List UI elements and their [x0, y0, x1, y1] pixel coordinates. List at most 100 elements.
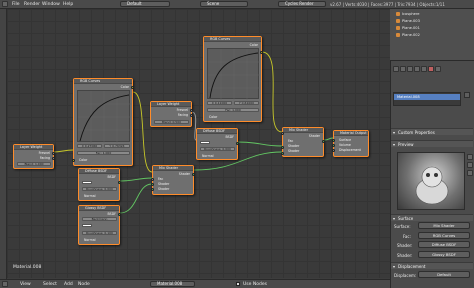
- node-rgb-curves-2[interactable]: RGB Curves Color X 0.11000 Y 0.61000 Fac…: [203, 36, 263, 122]
- curve-widget[interactable]: [77, 90, 131, 143]
- preview-section[interactable]: Preview: [391, 140, 473, 148]
- editor-type-icon[interactable]: [2, 1, 8, 7]
- node-title[interactable]: Mix Shader: [283, 128, 323, 133]
- node-title[interactable]: RGB Curves: [204, 37, 261, 42]
- fac-field[interactable]: Fac: 1.000: [77, 151, 130, 155]
- socket-bsdf-out[interactable]: [118, 213, 121, 216]
- outliner-item-plane-002[interactable]: Plane.002: [402, 33, 420, 37]
- node-title[interactable]: Diffuse BSDF: [197, 129, 237, 134]
- socket-shader2-in[interactable]: [281, 152, 284, 155]
- node-rgb-curves-1[interactable]: RGB Curves Color X 0.27066 Y 0.76324 Fac…: [72, 78, 134, 166]
- tool-shelf-strip[interactable]: [0, 9, 7, 279]
- use-nodes-checkbox[interactable]: [236, 282, 240, 286]
- roughness-field[interactable]: Roughness: 0.100: [82, 231, 117, 235]
- menu-view[interactable]: View: [20, 282, 31, 287]
- blend-field[interactable]: Blend: 0.500: [154, 120, 189, 124]
- roughness-field[interactable]: Roughness: 0.000: [200, 147, 235, 151]
- node-title[interactable]: Material Output: [334, 131, 368, 136]
- socket-volume-in[interactable]: [332, 144, 335, 147]
- preview-monkey-icon[interactable]: [467, 170, 473, 176]
- roughness-field[interactable]: Roughness: 0.000: [82, 187, 117, 191]
- node-title[interactable]: Glossy BSDF: [79, 206, 119, 211]
- input-surface-label: Surface: [339, 138, 352, 142]
- color-swatch[interactable]: [82, 181, 92, 184]
- fac-dropdown[interactable]: RGB Curves: [418, 232, 470, 239]
- socket-facing[interactable]: [190, 114, 193, 117]
- menu-window[interactable]: Window: [42, 2, 60, 7]
- menu-file[interactable]: File: [12, 2, 20, 7]
- texture-tab-icon[interactable]: [435, 66, 441, 72]
- render-tab-icon[interactable]: [393, 66, 399, 72]
- object-tab-icon[interactable]: [414, 66, 420, 72]
- node-material-output[interactable]: Material Output Surface Volume Displacem…: [332, 130, 369, 157]
- fac-field[interactable]: Fac: 1.000: [207, 108, 259, 112]
- node-title[interactable]: Layer Weight: [151, 102, 191, 107]
- socket-shader1-in[interactable]: [151, 183, 154, 186]
- color-swatch[interactable]: [82, 224, 92, 227]
- scene-tab-icon[interactable]: [400, 66, 406, 72]
- socket-fac-in[interactable]: [151, 178, 154, 181]
- scene-dropdown[interactable]: Scene: [200, 1, 248, 7]
- node-title[interactable]: Mix Shader: [153, 166, 193, 171]
- material-tab-icon[interactable]: [428, 66, 434, 72]
- displacement-dropdown[interactable]: Default: [418, 271, 470, 278]
- outliner-item-icosphere[interactable]: Icosphere: [402, 12, 420, 16]
- node-title[interactable]: RGB Curves: [74, 79, 132, 84]
- custom-properties-section[interactable]: Custom Properties: [391, 128, 473, 136]
- material-slot-selected[interactable]: Material.008: [394, 94, 460, 100]
- menu-select[interactable]: Select: [43, 282, 57, 287]
- node-layer-weight-2[interactable]: Layer Weight Fresnel Facing Blend: 0.500: [150, 101, 193, 127]
- menu-render[interactable]: Render: [24, 2, 40, 7]
- world-tab-icon[interactable]: [407, 66, 413, 72]
- preview-sphere-icon[interactable]: [467, 154, 473, 160]
- node-layer-weight-1[interactable]: Layer Weight Fresnel Facing Blend: 1.000: [13, 144, 55, 169]
- curve-x-field[interactable]: X 0.27066: [77, 144, 102, 148]
- node-title[interactable]: Layer Weight: [14, 145, 53, 150]
- socket-fac-in[interactable]: [281, 132, 284, 135]
- menu-node[interactable]: Node: [78, 282, 90, 287]
- curve-y-field[interactable]: Y 0.76324: [104, 144, 130, 148]
- outliner-item-plane-003[interactable]: Plane.003: [402, 19, 420, 23]
- socket-fresnel[interactable]: [52, 152, 55, 155]
- surface-section[interactable]: Surface: [391, 214, 473, 222]
- socket-surface-in[interactable]: [332, 139, 335, 142]
- editor-type-icon[interactable]: [2, 281, 8, 287]
- preview-cube-icon[interactable]: [467, 162, 473, 168]
- curve-y-field[interactable]: Y 0.61000: [234, 101, 259, 105]
- socket-shader2-in[interactable]: [151, 188, 154, 191]
- render-engine-dropdown[interactable]: Cycles Render: [278, 1, 326, 7]
- socket-fresnel[interactable]: [190, 109, 193, 112]
- outliner-item-plane-001[interactable]: Plane.001: [402, 26, 420, 30]
- displacement-section[interactable]: Displacement: [391, 262, 473, 270]
- socket-shader-out[interactable]: [322, 140, 325, 143]
- socket-color-in[interactable]: [72, 159, 75, 162]
- socket-shader1-in[interactable]: [281, 146, 284, 149]
- shader1-dropdown[interactable]: Diffuse BSDF: [418, 241, 470, 248]
- modifier-tab-icon[interactable]: [421, 66, 427, 72]
- distribution-dropdown[interactable]: Beckmann: [82, 217, 117, 221]
- node-mix-shader-1[interactable]: Mix Shader Shader Fac Shader Shader: [151, 165, 195, 195]
- node-mix-shader-2[interactable]: Mix Shader Shader Fac Shader Shader: [281, 127, 325, 157]
- material-dropdown[interactable]: Material.008: [150, 281, 195, 287]
- node-title[interactable]: Diffuse BSDF: [79, 169, 119, 174]
- socket-color-out[interactable]: [131, 86, 134, 89]
- menu-help[interactable]: Help: [63, 2, 73, 7]
- shader2-dropdown[interactable]: Glossy BSDF: [418, 251, 470, 258]
- node-diffuse-bsdf-1[interactable]: Diffuse BSDF BSDF Roughness: 0.000 Norma…: [78, 168, 121, 201]
- layout-dropdown[interactable]: Default: [120, 1, 170, 7]
- add-slot-button[interactable]: [464, 92, 470, 98]
- curve-x-field[interactable]: X 0.11000: [207, 101, 232, 105]
- blend-field[interactable]: Blend: 1.000: [17, 162, 51, 166]
- node-diffuse-bsdf-2[interactable]: Diffuse BSDF BSDF Roughness: 0.000 Norma…: [196, 128, 239, 160]
- socket-facing[interactable]: [52, 157, 55, 160]
- socket-color-out[interactable]: [260, 51, 263, 54]
- node-glossy-bsdf[interactable]: Glossy BSDF BSDF Beckmann Roughness: 0.1…: [78, 205, 121, 245]
- menu-add[interactable]: Add: [64, 282, 73, 287]
- color-swatch[interactable]: [200, 141, 210, 144]
- socket-bsdf-out[interactable]: [118, 181, 121, 184]
- socket-shader-out[interactable]: [192, 173, 195, 176]
- socket-displacement-in[interactable]: [332, 149, 335, 152]
- curve-widget[interactable]: [207, 48, 260, 100]
- surface-dropdown[interactable]: Mix Shader: [418, 222, 470, 229]
- socket-bsdf-out[interactable]: [236, 142, 239, 145]
